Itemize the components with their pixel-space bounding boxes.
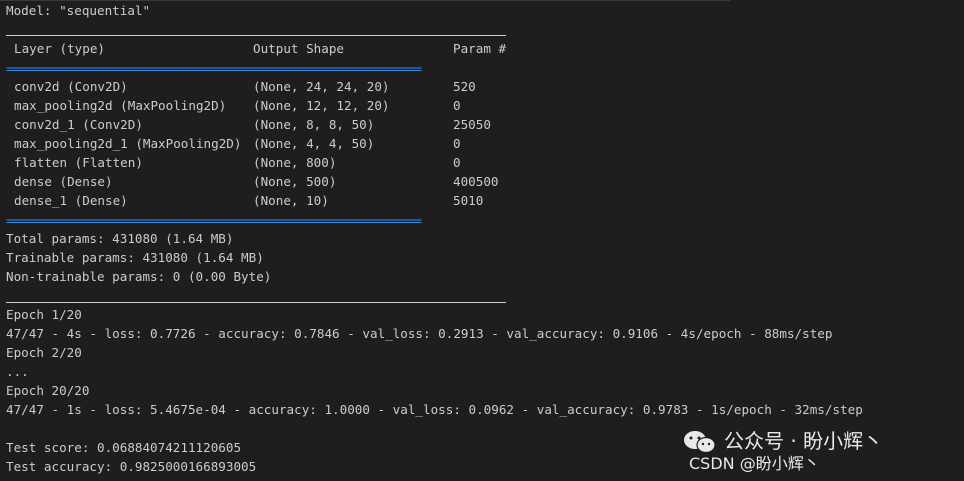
table-row: max_pooling2d_1 (MaxPooling2D) (None, 4,… (14, 134, 514, 153)
total-params: Total params: 431080 (1.64 MB) (6, 231, 234, 246)
epoch-1-stats: 47/47 - 4s - loss: 0.7726 - accuracy: 0.… (6, 326, 833, 341)
table-header-separator: ========================================… (6, 61, 422, 76)
table-header-row: Layer (type) Output Shape Param # (14, 39, 514, 58)
table-row: flatten (Flatten) (None, 800) 0 (14, 153, 514, 172)
param-count: 520 (453, 79, 476, 94)
param-count: 25050 (453, 117, 491, 132)
output-shape: (None, 12, 12, 20) (253, 98, 390, 113)
watermark: 公众号 · 盼小辉丶 CSDN @盼小辉丶 (682, 428, 942, 476)
epoch-20-label: Epoch 20/20 (6, 383, 90, 398)
table-row: max_pooling2d (MaxPooling2D) (None, 12, … (14, 96, 514, 115)
header-param-count: Param # (453, 41, 507, 56)
output-shape: (None, 500) (253, 174, 337, 189)
layer-name: max_pooling2d_1 (MaxPooling2D) (14, 136, 242, 151)
table-row: conv2d (Conv2D) (None, 24, 24, 20) 520 (14, 77, 514, 96)
table-top-rule (6, 35, 506, 36)
layer-name: max_pooling2d (MaxPooling2D) (14, 98, 227, 113)
table-footer-separator: ========================================… (6, 213, 422, 228)
param-count: 0 (453, 98, 461, 113)
param-count: 0 (453, 136, 461, 151)
terminal-output: Model: "sequential" Layer (type) Output … (0, 0, 964, 481)
header-output-shape: Output Shape (253, 41, 344, 56)
epoch-1-label: Epoch 1/20 (6, 307, 82, 322)
ellipsis: ... (6, 364, 29, 379)
layer-name: dense_1 (Dense) (14, 193, 128, 208)
wechat-icon (684, 431, 716, 454)
output-shape: (None, 4, 4, 50) (253, 136, 375, 151)
test-accuracy: Test accuracy: 0.9825000166893005 (6, 459, 257, 474)
watermark-subtitle: CSDN @盼小辉丶 (689, 454, 820, 473)
output-shape: (None, 10) (253, 193, 329, 208)
watermark-title: 公众号 · 盼小辉丶 (724, 429, 884, 453)
param-count: 0 (453, 155, 461, 170)
non-trainable-params: Non-trainable params: 0 (0.00 Byte) (6, 269, 272, 284)
model-title: Model: "sequential" (6, 3, 151, 18)
summary-bottom-rule (6, 302, 506, 303)
param-count: 5010 (453, 193, 484, 208)
epoch-2-label: Epoch 2/20 (6, 345, 82, 360)
layer-name: flatten (Flatten) (14, 155, 143, 170)
output-shape: (None, 8, 8, 50) (253, 117, 375, 132)
output-shape: (None, 24, 24, 20) (253, 79, 390, 94)
layer-name: conv2d_1 (Conv2D) (14, 117, 143, 132)
output-shape: (None, 800) (253, 155, 337, 170)
table-row: conv2d_1 (Conv2D) (None, 8, 8, 50) 25050 (14, 115, 514, 134)
layer-name: dense (Dense) (14, 174, 113, 189)
layer-name: conv2d (Conv2D) (14, 79, 128, 94)
test-score: Test score: 0.06884074211120605 (6, 440, 242, 455)
param-count: 400500 (453, 174, 499, 189)
epoch-20-stats: 47/47 - 1s - loss: 5.4675e-04 - accuracy… (6, 402, 863, 417)
table-row: dense_1 (Dense) (None, 10) 5010 (14, 191, 514, 210)
trainable-params: Trainable params: 431080 (1.64 MB) (6, 250, 264, 265)
header-layer-type: Layer (type) (14, 41, 105, 56)
table-row: dense (Dense) (None, 500) 400500 (14, 172, 514, 191)
